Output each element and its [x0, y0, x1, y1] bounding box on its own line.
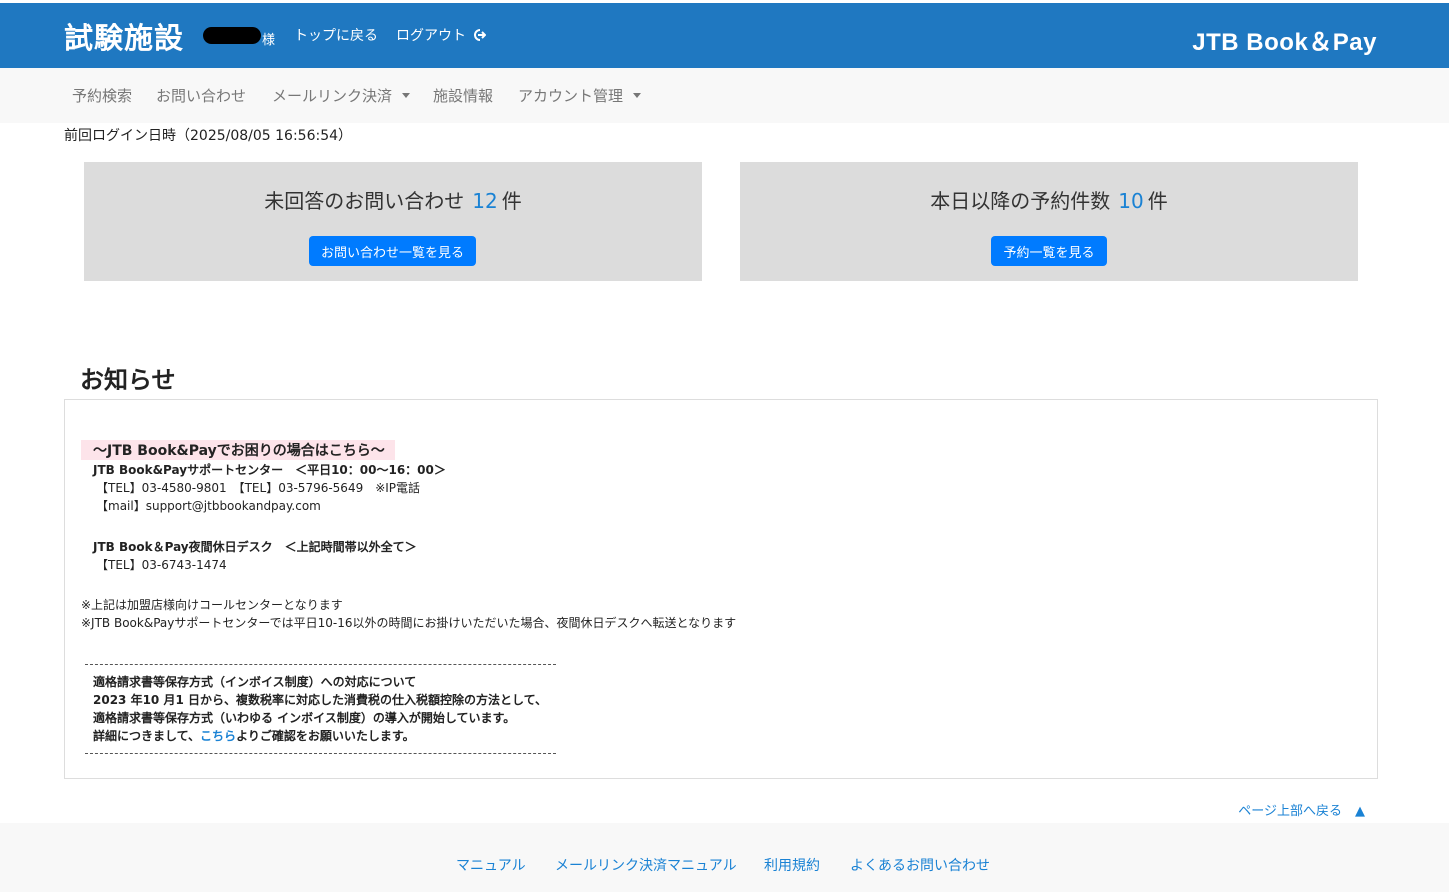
- invoice-line: 適格請求書等保存方式（いわゆる インボイス制度）の導入が開始しています。: [93, 711, 516, 725]
- invoice-title: 適格請求書等保存方式（インボイス制度）への対応について: [93, 675, 417, 689]
- brand-logo: JTB Book＆Pay: [1192, 29, 1377, 56]
- last-login-time: 前回ログイン日時（2025/08/05 16:56:54）: [64, 128, 353, 144]
- footer-link-manual[interactable]: マニュアル: [456, 855, 526, 875]
- support-center: JTB Book&Payサポートセンター ＜平日10：00～16：00＞: [93, 463, 446, 477]
- card-title: 未回答のお問い合わせ 12 件: [84, 185, 702, 214]
- note-transfer: ※JTB Book&Payサポートセンターでは平日10-16以外の時間にお掛けい…: [81, 616, 737, 630]
- footer-link-mail-link-manual[interactable]: メールリンク決済マニュアル: [555, 855, 737, 875]
- menu-label: お問い合わせ: [156, 87, 247, 105]
- caret-down-icon: [402, 93, 411, 98]
- card-title: 本日以降の予約件数 10 件: [740, 185, 1358, 214]
- support-mail: 【mail】support@jtbbookandpay.com: [96, 499, 321, 513]
- card-unit: 件: [1147, 189, 1168, 213]
- card-title-text: 本日以降の予約件数: [930, 189, 1111, 213]
- footer-link-terms[interactable]: 利用規約: [764, 855, 820, 875]
- back-to-top-link[interactable]: トップに戻る: [294, 25, 378, 45]
- back-to-page-top-link[interactable]: ページ上部へ戻る ▲: [1238, 800, 1365, 819]
- divider: [85, 664, 556, 665]
- view-inquiries-button[interactable]: お問い合わせ一覧を見る: [309, 236, 476, 266]
- redacted-user-name: [203, 27, 261, 44]
- upcoming-reservations-card: 本日以降の予約件数 10 件 予約一覧を見る: [740, 162, 1358, 281]
- menu-item-facility-info[interactable]: 施設情報: [433, 85, 493, 106]
- menu-label: アカウント管理: [518, 87, 624, 105]
- invoice-detail-link[interactable]: こちら: [200, 729, 236, 743]
- card-unit: 件: [501, 189, 522, 213]
- footer-link-faq[interactable]: よくあるお問い合わせ: [850, 855, 990, 875]
- news-heading: お知らせ: [80, 366, 176, 394]
- card-title-text: 未回答のお問い合わせ: [264, 189, 465, 213]
- unanswered-inquiries-card: 未回答のお問い合わせ 12 件 お問い合わせ一覧を見る: [84, 162, 702, 281]
- menu-label: 施設情報: [433, 87, 494, 105]
- help-title: ～JTB Book&Payでお困りの場合はこちら～: [81, 440, 395, 460]
- site-footer: マニュアル メールリンク決済マニュアル 利用規約 よくあるお問い合わせ: [0, 823, 1449, 892]
- night-desk: JTB Book＆Pay夜間休日デスク ＜上記時間帯以外全て＞: [93, 540, 417, 554]
- logout-icon: [474, 29, 486, 41]
- site-header: 試験施設 様 トップに戻る ログアウト JTB Book＆Pay: [0, 3, 1449, 68]
- invoice-line: 2023 年10 月1 日から、複数税率に対応した消費税の仕入税額控除の方法とし…: [93, 693, 548, 707]
- invoice-text: よりご確認をお願いいたします。: [236, 729, 415, 743]
- invoice-text: 詳細につきまして、: [93, 729, 201, 743]
- caret-down-icon: [633, 93, 642, 98]
- menu-item-mail-link-payment[interactable]: メールリンク決済: [272, 85, 411, 106]
- menu-item-reservation-search[interactable]: 予約検索: [72, 85, 132, 106]
- menu-label: 予約検索: [72, 87, 133, 105]
- card-count: 12: [472, 189, 498, 213]
- menu-item-account-management[interactable]: アカウント管理: [518, 85, 642, 106]
- view-reservations-button[interactable]: 予約一覧を見る: [991, 236, 1107, 266]
- menu-item-inquiry[interactable]: お問い合わせ: [156, 85, 246, 106]
- support-tel: 【TEL】03-4580-9801 【TEL】03-5796-5649 ※IP電…: [96, 481, 421, 495]
- logout-label: ログアウト: [396, 28, 466, 44]
- card-count: 10: [1118, 189, 1144, 213]
- news-panel: ～JTB Book&Payでお困りの場合はこちら～ JTB Book&Payサポ…: [64, 399, 1378, 779]
- logout-link[interactable]: ログアウト: [396, 25, 486, 45]
- menu-label: メールリンク決済: [272, 87, 393, 105]
- facility-name: 試験施設: [64, 21, 185, 55]
- invoice-line: 詳細につきまして、こちらよりご確認をお願いいたします。: [93, 727, 415, 744]
- divider: [85, 753, 556, 754]
- note-callcenter: ※上記は加盟店様向けコールセンターとなります: [81, 598, 343, 612]
- night-tel: 【TEL】03-6743-1474: [96, 558, 227, 572]
- main-menu: 予約検索 お問い合わせ メールリンク決済 施設情報 アカウント管理: [0, 68, 1449, 123]
- user-suffix: 様: [262, 33, 276, 48]
